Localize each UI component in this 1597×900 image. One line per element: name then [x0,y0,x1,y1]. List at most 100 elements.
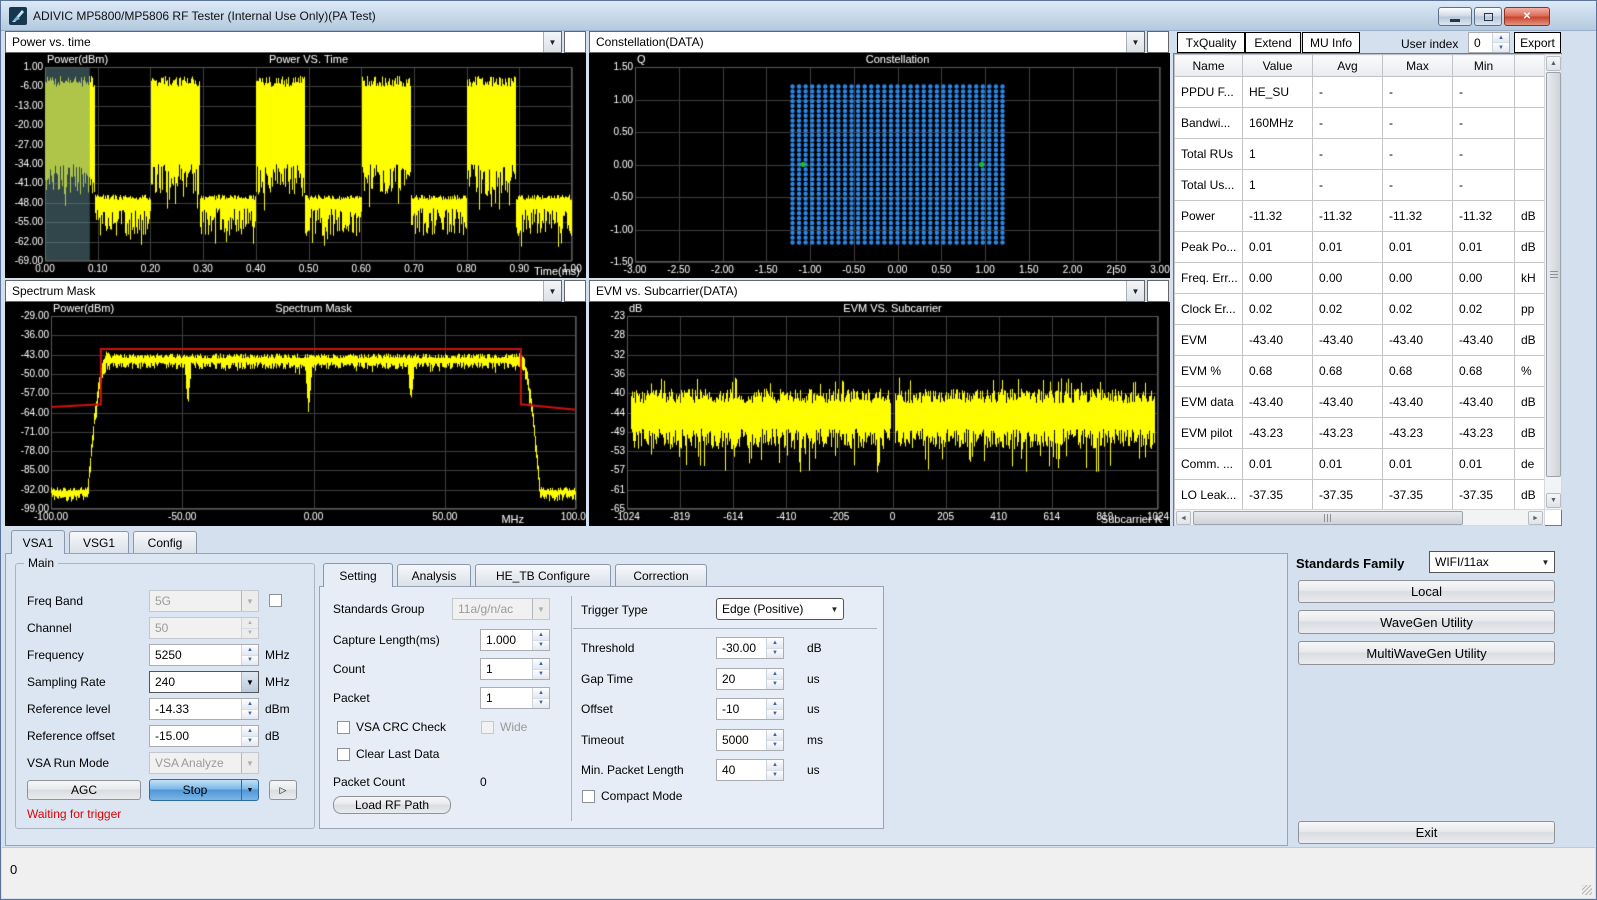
table-header-row[interactable]: NameValueAvgMaxMin [1175,55,1545,77]
capture-length-stepper[interactable]: 1.000 ▲▼ [480,629,550,651]
table-row[interactable]: EVM pilot-43.23-43.23-43.23-43.23dB [1175,418,1545,449]
table-column-header[interactable] [1515,55,1545,77]
stepper-arrows-icon[interactable]: ▲▼ [532,659,549,679]
table-vscrollbar[interactable]: ▲ ▼ [1544,54,1562,510]
scroll-left-icon[interactable]: ◄ [1176,511,1191,525]
table-row[interactable]: EVM data-43.40-43.40-43.40-43.40dB [1175,387,1545,418]
table-row[interactable]: Comm. ...0.010.010.010.01de [1175,449,1545,480]
table-row[interactable]: Power-11.32-11.32-11.32-11.32dB [1175,201,1545,232]
packet-stepper[interactable]: 1 ▲▼ [480,687,550,709]
stepper-arrows-icon[interactable]: ▲▼ [766,638,783,658]
table-row[interactable]: EVM-43.40-43.40-43.40-43.40dB [1175,325,1545,356]
clear-last-data-checkbox[interactable] [337,748,350,761]
spectrum-selector[interactable]: Spectrum Mask ▼ [5,280,562,302]
stepper-arrows-icon[interactable]: ▲▼ [766,669,783,689]
local-button[interactable]: Local [1298,580,1555,603]
count-stepper[interactable]: 1 ▲▼ [480,658,550,680]
tab-analysis[interactable]: Analysis [397,564,471,587]
table-row[interactable]: Clock Er...0.020.020.020.02pp [1175,294,1545,325]
tab-vsa1[interactable]: VSA1 [11,530,65,554]
stop-dropdown-icon[interactable]: ▼ [241,780,258,800]
wavegen-utility-button[interactable]: WaveGen Utility [1298,610,1555,634]
resize-grip-icon[interactable] [1582,885,1592,895]
min-packet-length-stepper[interactable]: 40 ▲▼ [716,759,784,781]
vsa-crc-check-checkbox[interactable] [337,721,350,734]
table-row[interactable]: EVM %0.680.680.680.68% [1175,356,1545,387]
tab-he-tb-configure[interactable]: HE_TB Configure [475,564,611,587]
sampling-rate-select[interactable]: 240 ▼ [149,671,259,693]
power-time-selector[interactable]: Power vs. time ▼ [5,31,562,53]
stepper-arrows-icon[interactable]: ▲▼ [766,699,783,719]
table-column-header[interactable]: Max [1383,55,1453,77]
reference-offset-stepper[interactable]: -15.00 ▲▼ [149,725,259,747]
power-time-panel-button[interactable] [564,31,586,53]
standards-family-select[interactable]: WIFI/11ax ▼ [1429,551,1555,573]
table-row[interactable]: LO Leak...-37.35-37.35-37.35-37.35dB [1175,480,1545,510]
scroll-up-icon[interactable]: ▲ [1546,56,1561,71]
multiwavegen-utility-button[interactable]: MultiWaveGen Utility [1298,641,1555,665]
table-column-header[interactable]: Name [1175,55,1243,77]
table-column-header[interactable]: Avg [1313,55,1383,77]
constellation-panel-button[interactable] [1147,31,1169,53]
maximize-button[interactable] [1474,7,1502,26]
table-row[interactable]: Peak Po...0.010.010.010.01dB [1175,232,1545,263]
standards-family-value: WIFI/11ax [1435,555,1489,569]
tab-txquality[interactable]: TxQuality [1177,32,1245,53]
table-column-header[interactable]: Min [1453,55,1515,77]
step-button[interactable]: ▷ [269,780,297,800]
compact-mode-checkbox[interactable] [582,790,595,803]
constellation-selector[interactable]: Constellation(DATA) ▼ [589,31,1145,53]
tab-mu-info[interactable]: MU Info [1302,32,1360,53]
stepper-arrows-icon[interactable]: ▲▼ [1492,33,1509,52]
scroll-right-icon[interactable]: ► [1528,511,1543,525]
stepper-arrows-icon[interactable]: ▲▼ [766,760,783,780]
chevron-down-icon: ▼ [543,32,561,52]
spectrum-panel-button[interactable] [564,280,586,302]
table-hscrollbar[interactable]: ◄ ► [1174,509,1545,526]
evm-selector[interactable]: EVM vs. Subcarrier(DATA) ▼ [589,280,1145,302]
tab-vsg1-label: VSG1 [83,536,115,550]
table-row[interactable]: Total RUs1--- [1175,139,1545,170]
table-row[interactable]: Freq. Err...0.000.000.000.00kH [1175,263,1545,294]
stepper-arrows-icon[interactable]: ▲▼ [766,730,783,750]
exit-button[interactable]: Exit [1298,821,1555,844]
tab-extend[interactable]: Extend [1245,32,1301,53]
evm-panel-button[interactable] [1147,280,1169,302]
gap-time-stepper[interactable]: 20 ▲▼ [716,668,784,690]
trigger-type-select[interactable]: Edge (Positive) ▼ [716,598,844,620]
table-row[interactable]: PPDU F...HE_SU--- [1175,77,1545,108]
standards-group-select[interactable]: 11a/g/n/ac ▼ [452,598,550,620]
table-row[interactable]: Total Us...1--- [1175,170,1545,201]
stepper-arrows-icon[interactable]: ▲▼ [532,630,549,650]
export-button[interactable]: Export [1514,32,1561,53]
stepper-arrows-icon[interactable]: ▲▼ [241,645,258,665]
minimize-button[interactable]: ▬ [1438,7,1472,26]
agc-button[interactable]: AGC [27,780,141,800]
timeout-stepper[interactable]: 5000 ▲▼ [716,729,784,751]
stepper-arrows-icon[interactable]: ▲▼ [241,699,258,719]
channel-stepper[interactable]: 50 ▲▼ [149,617,259,639]
hscroll-thumb[interactable] [1193,511,1463,525]
offset-stepper[interactable]: -10 ▲▼ [716,698,784,720]
tab-correction[interactable]: Correction [615,564,707,587]
stepper-arrows-icon[interactable]: ▲▼ [532,688,549,708]
load-rf-path-button[interactable]: Load RF Path [333,796,451,814]
tab-vsg1[interactable]: VSG1 [69,531,129,554]
vsa-run-mode-select[interactable]: VSA Analyze ▼ [149,752,259,774]
scroll-down-icon[interactable]: ▼ [1546,493,1561,508]
tab-config[interactable]: Config [133,531,197,554]
reference-level-stepper[interactable]: -14.33 ▲▼ [149,698,259,720]
freq-band-checkbox[interactable] [269,594,282,607]
freq-band-select[interactable]: 5G ▼ [149,590,259,612]
user-index-stepper[interactable]: 0 ▲▼ [1468,32,1510,53]
table-column-header[interactable]: Value [1243,55,1313,77]
wide-checkbox[interactable] [481,721,494,734]
close-button[interactable]: ✕ [1504,7,1550,26]
tab-setting[interactable]: Setting [323,563,393,587]
stepper-arrows-icon[interactable]: ▲▼ [241,726,258,746]
vscroll-thumb[interactable] [1546,72,1561,477]
settings-divider [571,596,572,821]
threshold-stepper[interactable]: -30.00 ▲▼ [716,637,784,659]
frequency-stepper[interactable]: 5250 ▲▼ [149,644,259,666]
table-row[interactable]: Bandwi...160MHz--- [1175,108,1545,139]
